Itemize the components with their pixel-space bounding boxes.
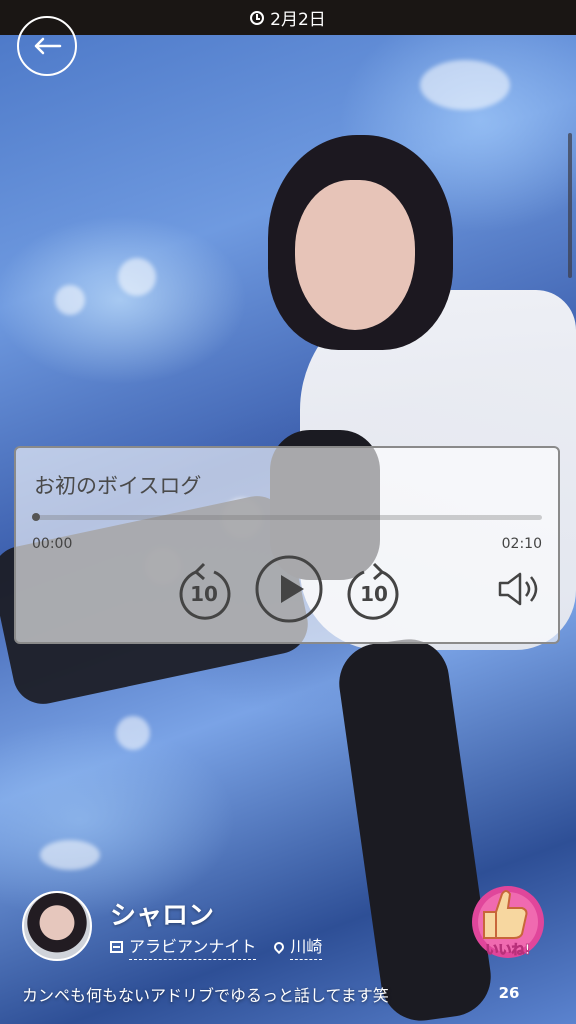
area-link[interactable]: 川崎 bbox=[290, 933, 323, 960]
rewind-10-icon: 10 bbox=[179, 562, 231, 620]
shop-link[interactable]: アラビアンナイト bbox=[129, 933, 257, 960]
status-bar: 2月2日 bbox=[0, 0, 576, 35]
profile-name[interactable]: シャロン bbox=[110, 895, 214, 932]
forward-10-icon: 10 bbox=[347, 562, 399, 620]
like-button[interactable]: いいね! bbox=[468, 872, 550, 968]
like-label: いいね! bbox=[486, 943, 531, 958]
volume-button[interactable] bbox=[494, 558, 544, 620]
back-arrow-icon bbox=[34, 37, 62, 55]
current-time: 00:00 bbox=[32, 536, 73, 552]
voice-log-player: お初のボイスログ 00:00 02:10 10 10 bbox=[14, 446, 560, 644]
play-icon bbox=[255, 555, 323, 623]
voice-log-title: お初のボイスログ bbox=[34, 474, 202, 498]
forward-seconds: 10 bbox=[360, 582, 388, 606]
avatar[interactable] bbox=[22, 891, 92, 961]
forward-10-button[interactable]: 10 bbox=[344, 558, 404, 620]
status-date: 2月2日 bbox=[270, 10, 326, 30]
back-button[interactable] bbox=[17, 16, 77, 76]
clock-icon bbox=[250, 10, 265, 25]
store-icon bbox=[110, 940, 123, 953]
play-button[interactable] bbox=[254, 555, 324, 623]
volume-icon bbox=[498, 572, 538, 606]
progress-thumb[interactable] bbox=[32, 513, 40, 521]
like-count: 26 bbox=[498, 984, 520, 1002]
progress-track[interactable] bbox=[32, 515, 542, 520]
scrollbar[interactable] bbox=[568, 133, 572, 278]
post-caption: カンペも何もないアドリブでゆるっと話してます笑 bbox=[22, 986, 389, 1005]
rewind-10-button[interactable]: 10 bbox=[174, 558, 234, 620]
rewind-seconds: 10 bbox=[190, 582, 218, 606]
total-time: 02:10 bbox=[501, 536, 542, 552]
location-pin-icon bbox=[272, 939, 287, 954]
profile-meta: アラビアンナイト 川崎 bbox=[110, 933, 323, 960]
thumbs-up-icon: いいね! bbox=[472, 886, 544, 958]
